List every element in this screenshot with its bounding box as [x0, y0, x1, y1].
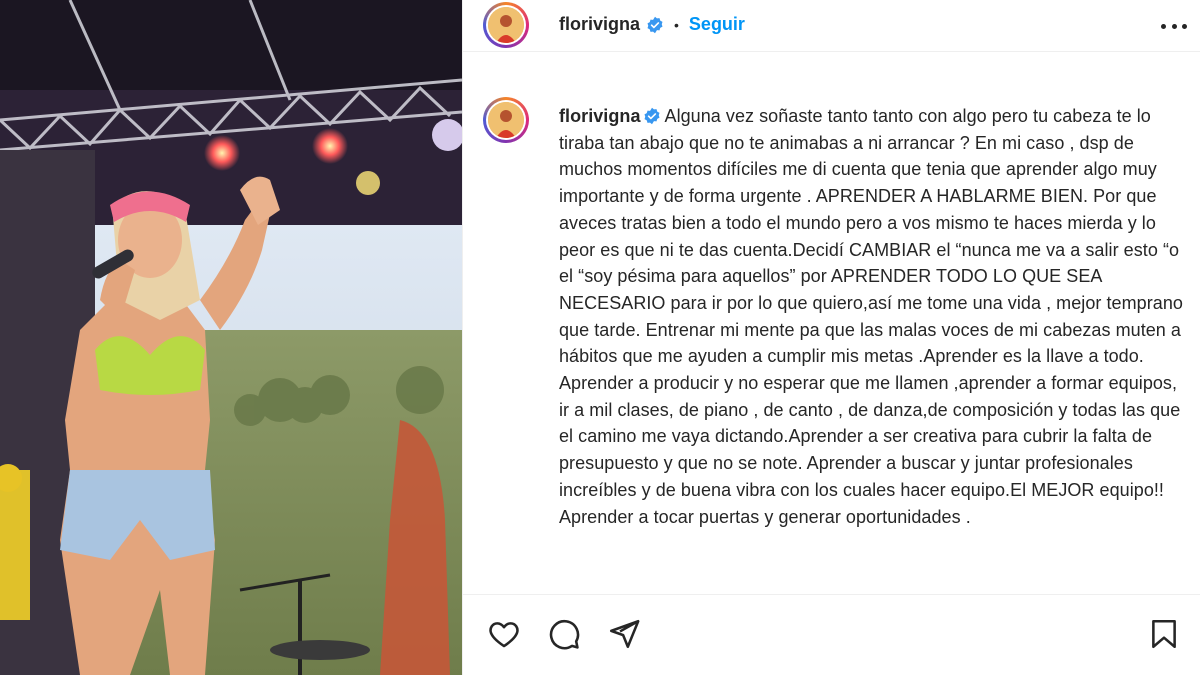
- verified-badge-icon: [646, 16, 664, 34]
- comment-icon[interactable]: [547, 617, 581, 651]
- profile-avatar[interactable]: [483, 2, 529, 48]
- header-username[interactable]: florivigna: [559, 14, 640, 35]
- paper-plane-icon[interactable]: [607, 617, 641, 651]
- heart-icon[interactable]: [487, 617, 521, 651]
- post-header: florivigna • Seguir: [463, 0, 1200, 52]
- post-media-image[interactable]: [0, 0, 462, 675]
- bookmark-icon[interactable]: [1147, 617, 1181, 651]
- separator-dot: •: [674, 16, 679, 33]
- header-user-block: florivigna • Seguir: [559, 14, 745, 35]
- post-actions-bar: [463, 594, 1200, 675]
- caption-username[interactable]: florivigna: [559, 106, 641, 126]
- post-details-panel: florivigna • Seguir florivigna Alguna ve…: [462, 0, 1200, 675]
- follow-button[interactable]: Seguir: [689, 14, 745, 35]
- avatar-photo: [488, 102, 524, 138]
- caption-body: Alguna vez soñaste tanto tanto con algo …: [559, 106, 1188, 527]
- verified-badge-icon: [643, 106, 661, 125]
- more-options-icon[interactable]: [1161, 16, 1187, 36]
- concert-photo: [0, 0, 462, 675]
- avatar-photo: [488, 7, 524, 43]
- caption-avatar[interactable]: [483, 97, 529, 143]
- caption-text-block: florivigna Alguna vez soñaste tanto tanto…: [559, 103, 1189, 530]
